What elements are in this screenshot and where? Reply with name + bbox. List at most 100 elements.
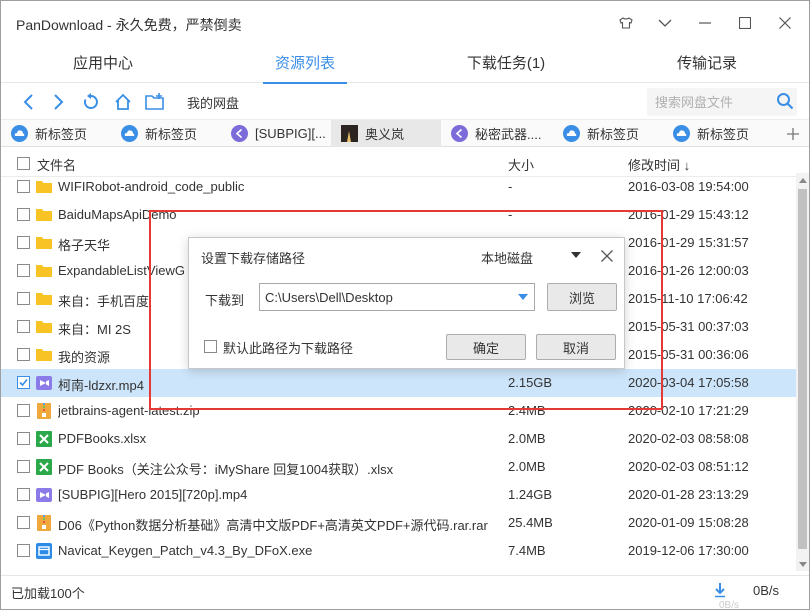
- browse-button[interactable]: 浏览: [547, 283, 617, 311]
- scroll-thumb[interactable]: [798, 189, 807, 549]
- caret-down-icon: [798, 561, 807, 567]
- skin-button[interactable]: [608, 9, 644, 37]
- file-row[interactable]: [SUBPIG][Hero 2015][720p].mp4 1.24GB 202…: [1, 481, 796, 509]
- loaded-count: 已加载100个: [11, 586, 85, 601]
- file-size: 2.15GB: [508, 375, 553, 390]
- close-icon: [601, 250, 613, 262]
- browser-tab[interactable]: 新标签页: [663, 120, 775, 147]
- select-all-checkbox[interactable]: [17, 157, 30, 170]
- shirt-icon: [619, 17, 633, 29]
- column-date-header[interactable]: 修改时间 ↓: [628, 155, 690, 174]
- file-row[interactable]: D06《Python数据分析基础》高清中文版PDF+高清英文PDF+源代码.ra…: [1, 509, 796, 537]
- download-path-combobox[interactable]: C:\Users\Dell\Desktop: [259, 283, 535, 311]
- file-name: 来自：手机百度: [58, 294, 150, 309]
- file-name: ExpandableListViewG: [58, 263, 185, 278]
- browser-tab[interactable]: 新标签页: [111, 120, 221, 147]
- row-checkbox[interactable]: [17, 432, 30, 445]
- browser-tab-active[interactable]: 奥义岚: [331, 120, 441, 147]
- main-tabs: 应用中心 资源列表 下载任务(1) 传输记录: [1, 45, 809, 84]
- column-size-header[interactable]: 大小: [508, 155, 534, 174]
- row-checkbox[interactable]: [17, 544, 30, 557]
- folder-icon: [36, 265, 52, 277]
- close-icon: [779, 17, 791, 29]
- folder-icon: [36, 321, 52, 333]
- browser-tab-label: 新标签页: [35, 127, 88, 142]
- row-checkbox[interactable]: [17, 404, 30, 417]
- toolbar: 我的网盘: [1, 85, 809, 117]
- video-file-icon: [36, 376, 52, 390]
- row-checkbox[interactable]: [17, 236, 30, 249]
- file-row[interactable]: Navicat_Keygen_Patch_v4.3_By_DFoX.exe 7.…: [1, 537, 796, 565]
- search-icon: [777, 93, 794, 110]
- status-bar: 已加载100个 0B/s 0B/s: [1, 575, 809, 609]
- minimize-icon: [699, 22, 711, 24]
- checkmark-icon: [19, 378, 28, 387]
- browser-tab[interactable]: 新标签页: [553, 120, 663, 147]
- file-date: 2020-01-28 23:13:29: [628, 487, 749, 502]
- browser-tab-label: 奥义岚: [365, 127, 405, 142]
- folder-icon: [36, 209, 52, 221]
- browser-tab-label: 新标签页: [145, 127, 198, 142]
- search-button[interactable]: [773, 89, 797, 113]
- file-size: 2.4MB: [508, 403, 546, 418]
- plus-icon: [787, 127, 799, 140]
- row-checkbox[interactable]: [17, 180, 30, 193]
- forward-button[interactable]: [47, 90, 71, 114]
- exe-file-icon: [36, 543, 52, 559]
- maximize-icon: [739, 17, 751, 29]
- vertical-scrollbar[interactable]: [796, 173, 809, 571]
- minimize-button[interactable]: [687, 9, 723, 37]
- maximize-button[interactable]: [727, 9, 763, 37]
- column-name-header[interactable]: 文件名: [37, 155, 76, 174]
- file-size: 2.0MB: [508, 431, 546, 446]
- row-checkbox[interactable]: [17, 460, 30, 473]
- home-icon: [115, 93, 131, 110]
- download-arrow-icon: [715, 583, 725, 598]
- disk-selector-label[interactable]: 本地磁盘: [481, 248, 533, 267]
- share-icon: [451, 125, 468, 142]
- browser-tab-label: 新标签页: [697, 127, 750, 142]
- file-row[interactable]: BaiduMapsApiDemo - 2016-01-29 15:43:12: [1, 201, 796, 229]
- file-row[interactable]: jetbrains-agent-latest.zip 2.4MB 2020-02…: [1, 397, 796, 425]
- default-path-checkbox[interactable]: [204, 340, 217, 353]
- file-row[interactable]: WIFIRobot-android_code_public - 2016-03-…: [1, 173, 796, 201]
- file-row[interactable]: PDFBooks.xlsx 2.0MB 2020-02-03 08:58:08: [1, 425, 796, 453]
- file-row[interactable]: PDF Books（关注公众号：iMyShare 回复1004获取）.xlsx …: [1, 453, 796, 481]
- browser-tab[interactable]: 秘密武器....: [441, 120, 553, 147]
- row-checkbox[interactable]: [17, 320, 30, 333]
- caret-down-icon: [571, 252, 581, 258]
- browser-tab[interactable]: [SUBPIG][...: [221, 120, 331, 147]
- scroll-up-button[interactable]: [796, 173, 809, 187]
- tab-download-tasks[interactable]: 下载任务(1): [456, 45, 556, 83]
- excel-file-icon: [36, 431, 52, 447]
- caret-up-icon: [798, 177, 807, 183]
- row-checkbox[interactable]: [17, 292, 30, 305]
- back-button[interactable]: [16, 90, 40, 114]
- browser-tab[interactable]: 新标签页: [1, 120, 111, 147]
- tab-transfer-records[interactable]: 传输记录: [665, 45, 749, 83]
- path-dropdown-button[interactable]: [512, 284, 534, 310]
- row-checkbox[interactable]: [17, 488, 30, 501]
- row-checkbox[interactable]: [17, 208, 30, 221]
- home-button[interactable]: [111, 90, 135, 114]
- file-row-selected[interactable]: 柯南-ldzxr.mp4 2.15GB 2020-03-04 17:05:58: [1, 369, 796, 397]
- scroll-down-button[interactable]: [796, 557, 809, 571]
- ok-button[interactable]: 确定: [446, 334, 526, 360]
- add-tab-button[interactable]: [779, 120, 807, 147]
- menu-dropdown-button[interactable]: [647, 9, 683, 37]
- new-folder-button[interactable]: [143, 90, 167, 114]
- tab-app-center[interactable]: 应用中心: [61, 45, 145, 83]
- close-window-button[interactable]: [767, 9, 803, 37]
- file-size: -: [508, 207, 513, 222]
- row-checkbox[interactable]: [17, 516, 30, 529]
- row-checkbox-checked[interactable]: [17, 376, 30, 389]
- cancel-button[interactable]: 取消: [536, 334, 616, 360]
- row-checkbox[interactable]: [17, 348, 30, 361]
- file-name: jetbrains-agent-latest.zip: [58, 403, 200, 418]
- cloud-icon: [673, 125, 690, 142]
- dialog-close-button[interactable]: [597, 246, 617, 266]
- row-checkbox[interactable]: [17, 264, 30, 277]
- file-size: -: [508, 179, 513, 194]
- refresh-button[interactable]: [79, 90, 103, 114]
- tab-resource-list[interactable]: 资源列表: [263, 45, 347, 84]
